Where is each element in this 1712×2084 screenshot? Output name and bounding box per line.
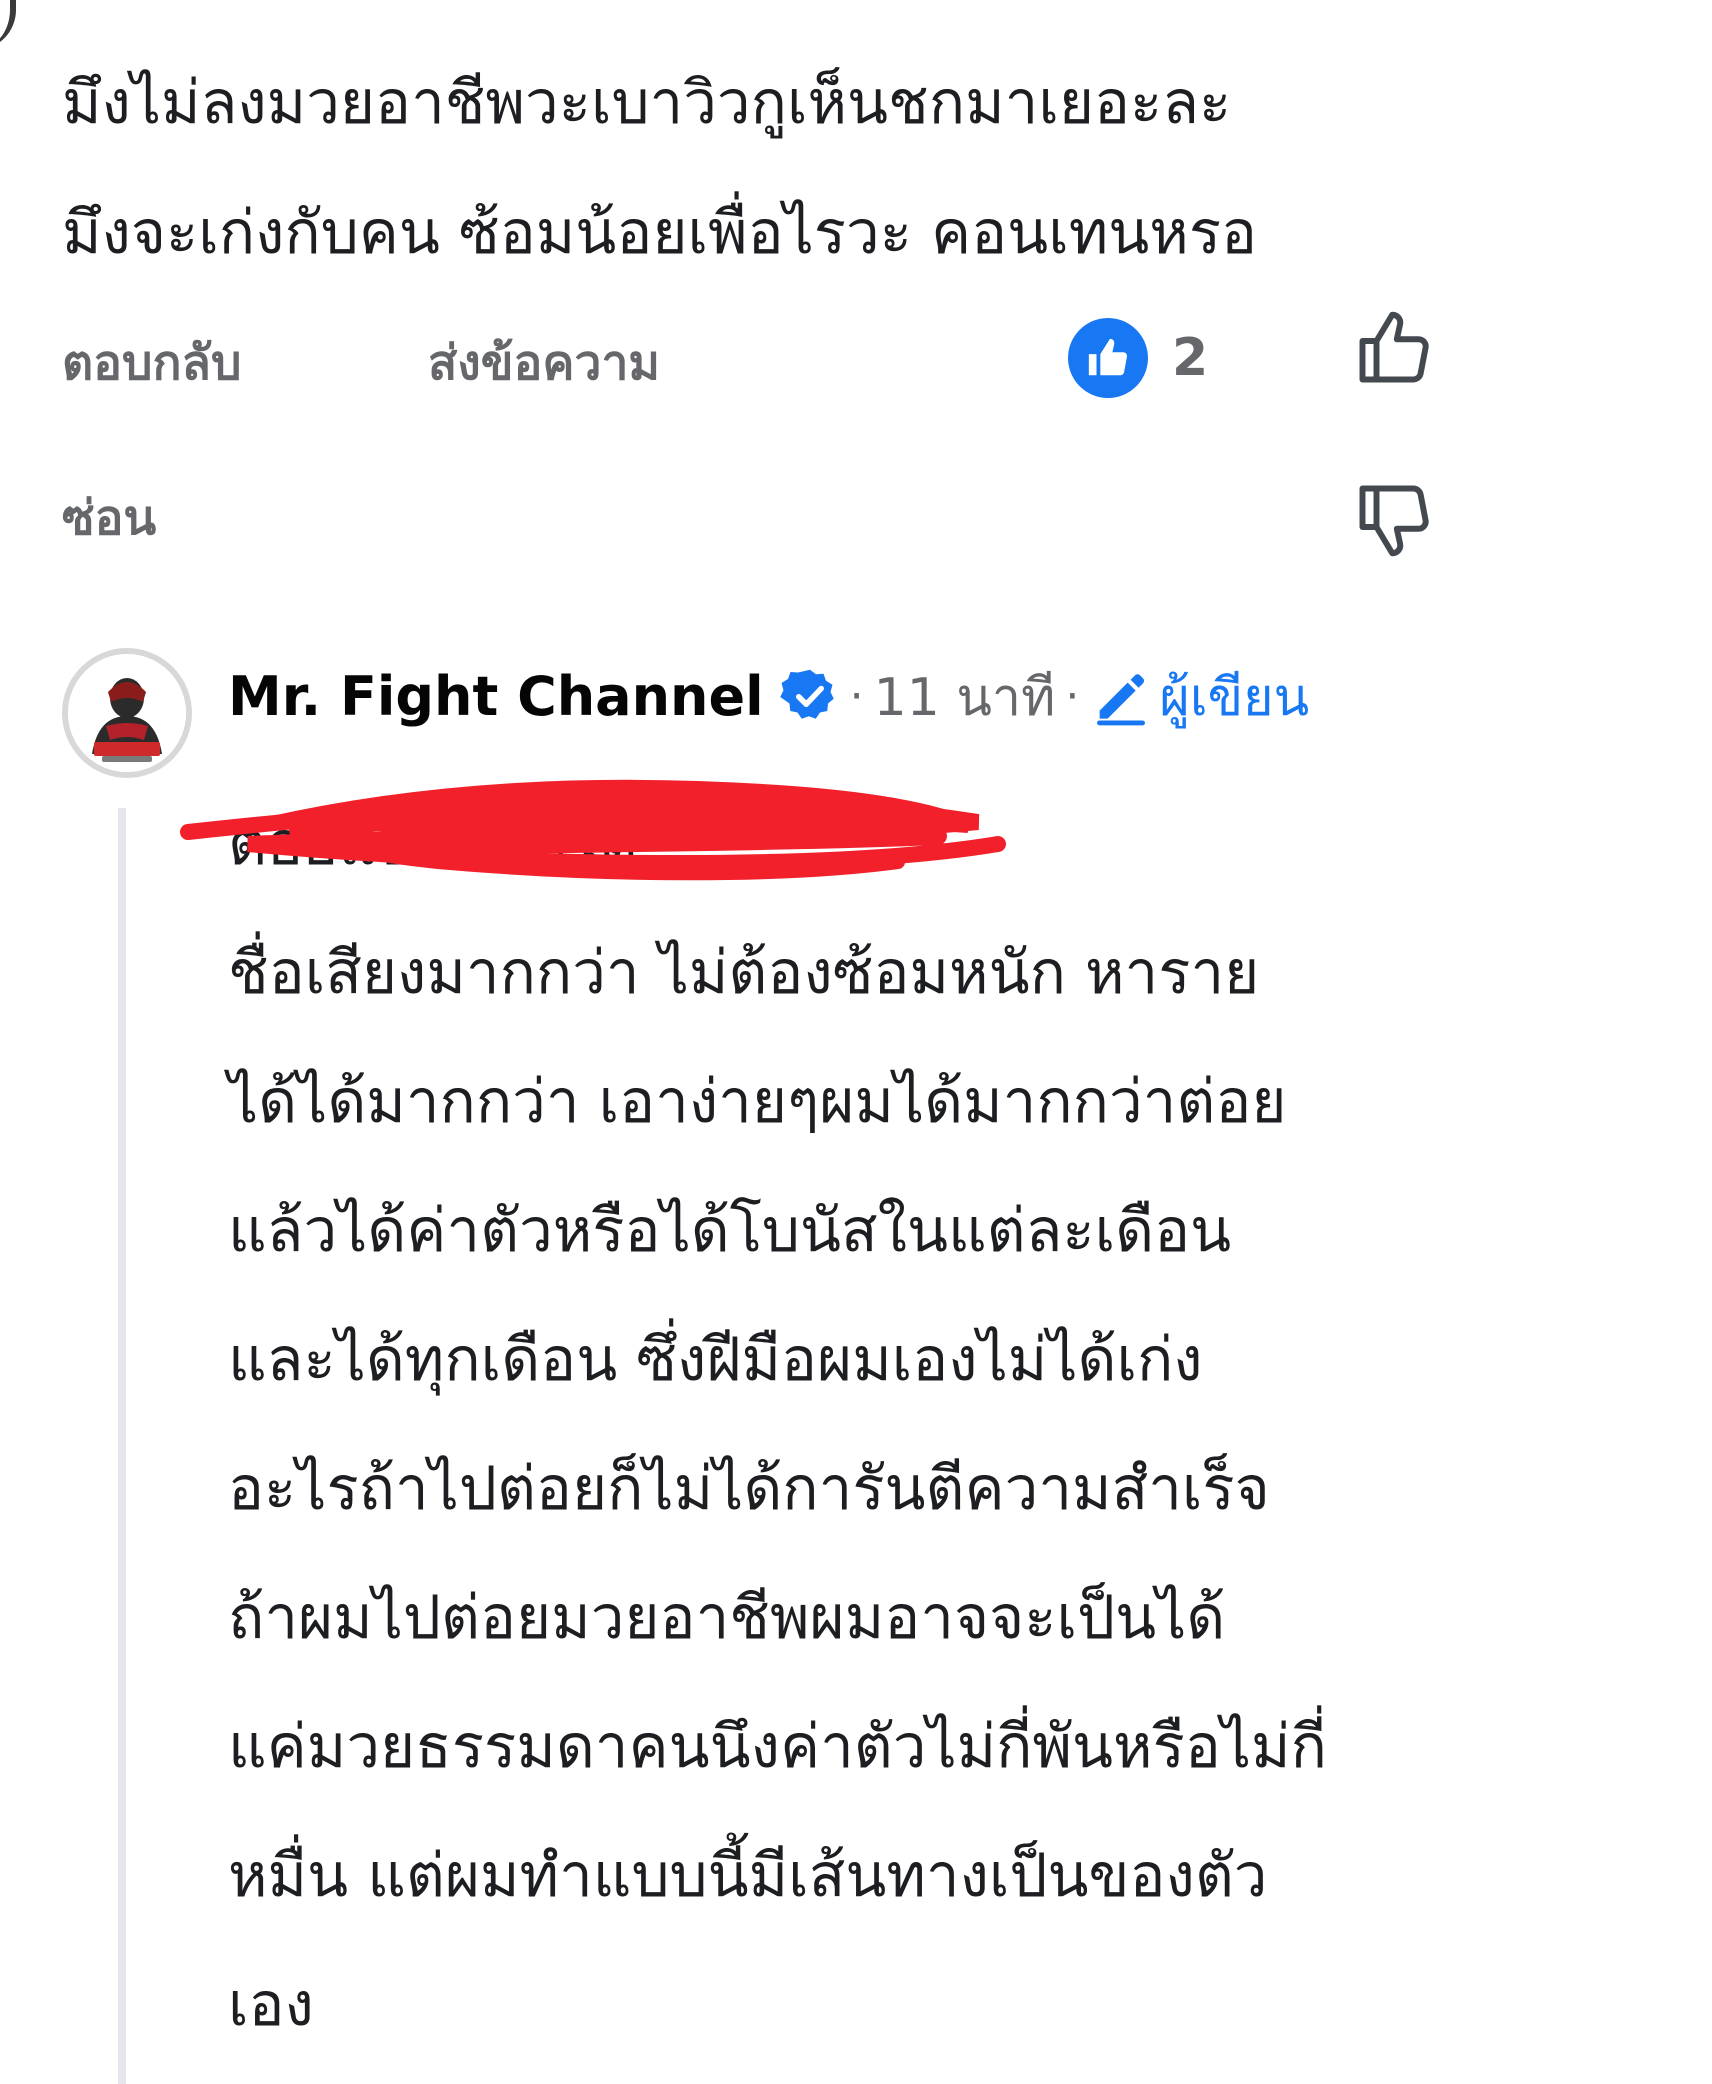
reply-text: ต่อยแบบนี้ผมได้ ชื่อเสียงมากกว่า ไม่ต้อง… [228,809,1327,2040]
cropped-edge-artifact [0,0,16,50]
reply-header: Mr. Fight Channel · 11 นาที · ผู้เขียน [228,658,1309,734]
send-message-button[interactable]: ส่งข้อความ [428,325,660,401]
comment-body: มึงไม่ลงมวยอาชีพวะเบาวิวกูเห็นชกมาเยอะละ… [62,68,1258,268]
meta-separator: · [849,670,864,722]
author-badge-label: ผู้เขียน [1159,667,1310,728]
thumbs-up-outline-icon[interactable] [1352,306,1436,390]
reaction-count: 2 [1172,328,1209,388]
author-name[interactable]: Mr. Fight Channel [228,665,764,728]
thumbs-down-outline-icon[interactable] [1352,478,1436,562]
verified-badge-icon [779,669,834,719]
author-avatar[interactable] [62,648,192,778]
meta-separator: · [1065,670,1080,722]
reply-body: ต่อยแบบนี้ผมได้ ชื่อเสียงมากกว่า ไม่ต้อง… [228,780,1668,2070]
reply-timestamp[interactable]: 11 นาที [874,655,1056,738]
reply-button[interactable]: ตอบกลับ [62,325,241,401]
pen-icon [1097,674,1146,726]
reaction-summary[interactable]: 2 [1068,318,1208,398]
thread-line [118,808,126,2084]
thumbs-up-icon [1068,318,1148,398]
hide-button[interactable]: ซ่อน [62,480,156,556]
avatar-image [68,654,186,772]
author-badge: ผู้เขียน [1089,655,1309,738]
comment-thread: มึงไม่ลงมวยอาชีพวะเบาวิวกูเห็นชกมาเยอะละ… [0,0,1712,2084]
